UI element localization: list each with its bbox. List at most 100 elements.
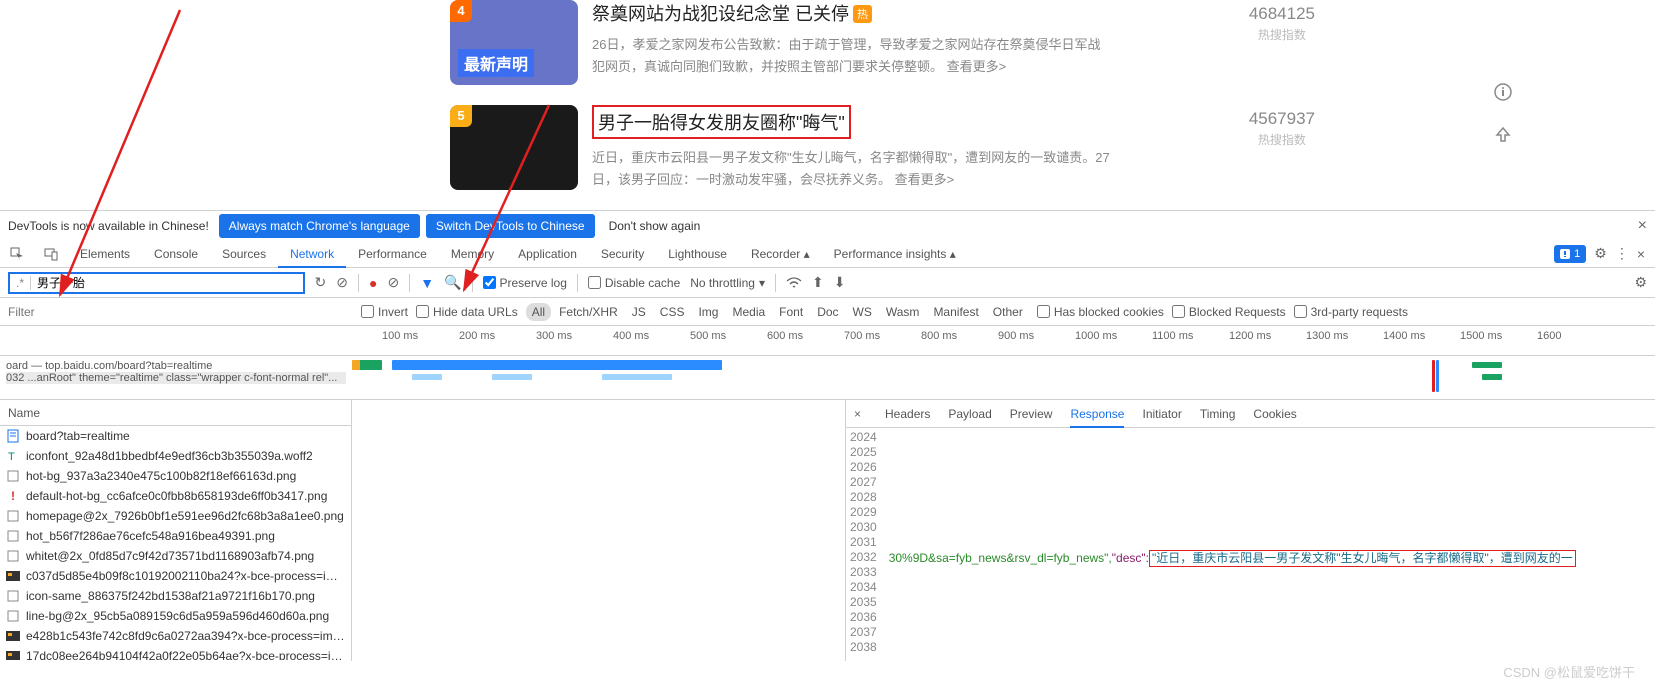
clear-search-icon[interactable]: ⊘	[336, 274, 348, 291]
tab-security[interactable]: Security	[589, 240, 656, 268]
search-input[interactable]	[31, 276, 303, 290]
request-name: homepage@2x_7926b0bf1e591ee96d2fc68b3a8a…	[26, 509, 344, 523]
news-title-highlighted[interactable]: 男子一胎得女发朋友圈称"晦气"	[592, 105, 851, 139]
more-icon[interactable]: ⋮	[1615, 245, 1629, 262]
tab-performance[interactable]: Performance	[346, 240, 439, 268]
request-row[interactable]: line-bg@2x_95cb5a089159c6d5a959a596d460d…	[0, 606, 351, 626]
response-tab-initiator[interactable]: Initiator	[1142, 400, 1181, 428]
img-icon	[6, 609, 20, 623]
preserve-log-checkbox[interactable]: Preserve log	[483, 276, 567, 290]
response-tab-cookies[interactable]: Cookies	[1253, 400, 1296, 428]
tab-console[interactable]: Console	[142, 240, 210, 268]
tab-memory[interactable]: Memory	[439, 240, 506, 268]
filter-chip-js[interactable]: JS	[626, 303, 652, 321]
response-tab-timing[interactable]: Timing	[1200, 400, 1236, 428]
filter-chip-img[interactable]: Img	[692, 303, 724, 321]
close-details-icon[interactable]: ×	[854, 407, 861, 421]
tab-sources[interactable]: Sources	[210, 240, 278, 268]
tab-elements[interactable]: Elements	[68, 240, 142, 268]
filter-chip-wasm[interactable]: Wasm	[880, 303, 926, 321]
response-tab-preview[interactable]: Preview	[1010, 400, 1053, 428]
request-list-panel: Name board?tab=realtimeTiconfont_92a48d1…	[0, 400, 352, 661]
request-row[interactable]: !default-hot-bg_cc6afce0c0fbb8b658193de6…	[0, 486, 351, 506]
filter-chip-media[interactable]: Media	[726, 303, 771, 321]
clear-icon[interactable]: ⊘	[387, 274, 399, 291]
request-row[interactable]: c037d5d85e4b09f8c10192002110ba24?x-bce-p…	[0, 566, 351, 586]
hide-data-urls-checkbox[interactable]: Hide data URLs	[416, 305, 518, 319]
tab-application[interactable]: Application	[506, 240, 589, 268]
filter-chip-other[interactable]: Other	[987, 303, 1029, 321]
device-toolbar-icon[interactable]	[34, 247, 68, 261]
switch-to-chinese-button[interactable]: Switch DevTools to Chinese	[426, 214, 595, 238]
waterfall-panel[interactable]	[352, 400, 846, 661]
filter-input[interactable]	[8, 305, 208, 319]
back-to-top-icon[interactable]	[1491, 122, 1515, 146]
timeline-waterfall[interactable]: oard — top.baidu.com/board?tab=realtime …	[0, 356, 1655, 400]
timeline-overview[interactable]: 100 ms200 ms300 ms400 ms500 ms600 ms700 …	[0, 326, 1655, 356]
request-row[interactable]: whitet@2x_0fd85d7c9f42d73571bd1168903afb…	[0, 546, 351, 566]
request-row[interactable]: homepage@2x_7926b0bf1e591ee96d2fc68b3a8a…	[0, 506, 351, 526]
img-icon	[6, 509, 20, 523]
request-row[interactable]: 17dc08ee264b94104f42a0f22e05b64ae?x-bce-…	[0, 646, 351, 660]
filter-chip-ws[interactable]: WS	[847, 303, 878, 321]
response-tab-headers[interactable]: Headers	[885, 400, 930, 428]
inspect-icon[interactable]	[0, 247, 34, 261]
search-field[interactable]: .*	[8, 272, 305, 294]
search-icon[interactable]: 🔍	[444, 274, 461, 291]
request-row[interactable]: hot-bg_937a3a2340e475c100b82f18ef66163d.…	[0, 466, 351, 486]
see-more-link[interactable]: 查看更多>	[895, 172, 955, 187]
filter-chip-font[interactable]: Font	[773, 303, 809, 321]
news-thumbnail: 5	[450, 105, 578, 190]
news-item-5[interactable]: 5 男子一胎得女发朋友圈称"晦气" 近日，重庆市云阳县一男子发文称"生女儿晦气，…	[450, 105, 1655, 191]
rank-badge: 5	[450, 105, 472, 127]
request-row[interactable]: icon-same_886375f242bd1538af21a9721f16b1…	[0, 586, 351, 606]
close-devtools-icon[interactable]: ×	[1637, 246, 1645, 262]
news-title[interactable]: 祭奠网站为战犯设纪念堂 已关停热	[592, 0, 1112, 26]
img-icon	[6, 529, 20, 543]
blocked-requests-checkbox[interactable]: Blocked Requests	[1172, 305, 1286, 319]
network-settings-gear-icon[interactable]: ⚙	[1634, 274, 1647, 291]
invert-checkbox[interactable]: Invert	[361, 305, 408, 319]
see-more-link[interactable]: 查看更多>	[947, 59, 1007, 74]
request-row[interactable]: Ticonfont_92a48d1bbedbf4e9edf36cb3b35503…	[0, 446, 351, 466]
wifi-icon[interactable]	[786, 277, 802, 289]
info-icon[interactable]	[1491, 80, 1515, 104]
name-column-header[interactable]: Name	[8, 406, 40, 420]
tab-recorder-[interactable]: Recorder ▴	[739, 240, 822, 268]
hot-tag: 热	[853, 5, 872, 23]
filter-icon[interactable]: ▼	[420, 275, 434, 291]
third-party-checkbox[interactable]: 3rd-party requests	[1294, 305, 1408, 319]
filter-chip-css[interactable]: CSS	[654, 303, 691, 321]
tab-performance-insights-[interactable]: Performance insights ▴	[822, 240, 968, 268]
response-tab-response[interactable]: Response	[1070, 400, 1124, 428]
blocked-cookies-checkbox[interactable]: Has blocked cookies	[1037, 305, 1164, 319]
refresh-icon[interactable]: ↻	[315, 274, 327, 291]
tab-lighthouse[interactable]: Lighthouse	[656, 240, 739, 268]
record-icon[interactable]: ●	[369, 275, 377, 291]
throttling-select[interactable]: No throttling ▾	[690, 276, 765, 290]
dont-show-again-button[interactable]: Don't show again	[601, 214, 709, 238]
request-details-panel: × Headers Payload Preview Response Initiator…	[846, 400, 1655, 661]
always-match-language-button[interactable]: Always match Chrome's language	[219, 214, 420, 238]
close-icon[interactable]: ×	[1638, 217, 1647, 235]
settings-gear-icon[interactable]: ⚙	[1594, 245, 1607, 262]
issues-counter[interactable]: 1	[1554, 245, 1586, 263]
tab-network[interactable]: Network	[278, 240, 346, 268]
filter-chip-all[interactable]: All	[526, 303, 551, 321]
filter-chip-fetchxhr[interactable]: Fetch/XHR	[553, 303, 624, 321]
request-row[interactable]: hot_b56f7f286ae76cefc548a916bea49391.png	[0, 526, 351, 546]
disable-cache-checkbox[interactable]: Disable cache	[588, 276, 680, 290]
filter-chip-manifest[interactable]: Manifest	[927, 303, 984, 321]
upload-icon[interactable]: ⬆	[812, 274, 824, 291]
request-row[interactable]: e428b1c543fe742c8fd9c6a0272aa394?x-bce-p…	[0, 626, 351, 646]
filter-chip-doc[interactable]: Doc	[811, 303, 844, 321]
download-icon[interactable]: ⬇	[834, 274, 846, 291]
request-name: c037d5d85e4b09f8c10192002110ba24?x-bce-p…	[26, 569, 345, 583]
search-regex-prefix[interactable]: .*	[10, 276, 31, 290]
request-row[interactable]: board?tab=realtime	[0, 426, 351, 446]
news-item-4[interactable]: 4 最新声明 祭奠网站为战犯设纪念堂 已关停热 26日，孝爱之家网发布公告致歉：…	[450, 0, 1655, 85]
response-tab-payload[interactable]: Payload	[948, 400, 991, 428]
csdn-watermark: CSDN @松鼠爱吃饼干	[1503, 662, 1635, 681]
news-desc: 26日，孝爱之家网发布公告致歉：由于疏于管理，导致孝爱之家网站存在祭奠侵华日军战…	[592, 34, 1112, 78]
thumb-label: 最新声明	[458, 49, 534, 77]
